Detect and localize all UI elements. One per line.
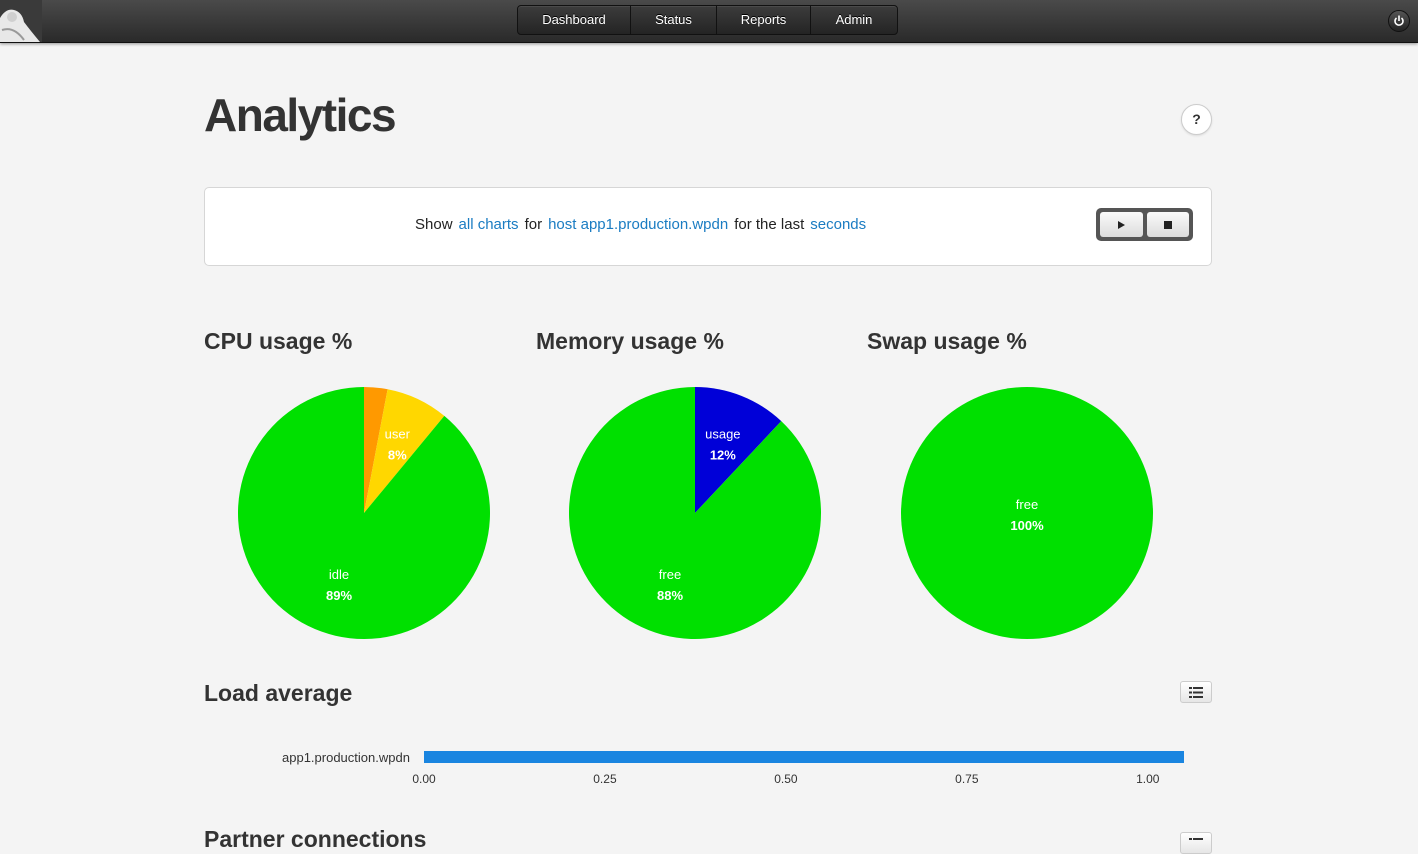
filter-show-text: Show <box>415 216 453 233</box>
partner-connections-table-button[interactable] <box>1180 832 1212 854</box>
nav-admin[interactable]: Admin <box>811 6 897 34</box>
swap-pie-chart: free 100% <box>901 387 1153 639</box>
pie-label-free: free <box>1016 497 1038 512</box>
pie-value-free: 100% <box>1010 518 1044 533</box>
load-average-table-button[interactable] <box>1180 681 1212 703</box>
pie-value-free: 88% <box>657 588 683 603</box>
stop-button[interactable] <box>1146 212 1189 237</box>
play-button[interactable] <box>1100 212 1143 237</box>
pie-label-idle: idle <box>329 567 349 582</box>
charts-selector-link[interactable]: all charts <box>459 216 519 233</box>
memory-pie-chart: usage 12% free 88% <box>569 387 821 639</box>
logo[interactable] <box>0 0 42 42</box>
pie-slice-idle <box>238 387 490 639</box>
bar-category-label: app1.production.wpdn <box>282 750 410 765</box>
pie-label-free: free <box>659 567 681 582</box>
axis-tick-label: 0.25 <box>593 772 617 786</box>
pie-label-usage: usage <box>705 427 740 442</box>
filter-for-text: for <box>524 216 543 233</box>
partner-connections-title: Partner connections <box>204 826 427 852</box>
period-selector-link[interactable]: seconds <box>810 216 866 233</box>
axis-tick-label: 0.00 <box>412 772 436 786</box>
power-icon[interactable] <box>1388 10 1410 32</box>
stop-icon <box>1163 220 1172 229</box>
nav-reports[interactable]: Reports <box>717 6 811 34</box>
playback-controls <box>1096 208 1193 241</box>
page-title: Analytics <box>204 89 397 141</box>
main-nav: Dashboard Status Reports Admin <box>517 5 898 35</box>
load-average-bar <box>424 751 1184 763</box>
pie-value-idle: 89% <box>326 588 352 603</box>
axis-tick-label: 1.00 <box>1136 772 1160 786</box>
memory-chart-title: Memory usage % <box>536 328 724 354</box>
help-icon[interactable]: ? <box>1181 104 1212 135</box>
pie-slice-free <box>569 387 821 639</box>
filter-last-text: for the last <box>734 216 805 233</box>
list-icon <box>1189 686 1203 698</box>
pie-slice-free <box>901 387 1153 639</box>
pie-label-user: user <box>385 426 411 441</box>
nav-status[interactable]: Status <box>631 6 717 34</box>
top-navbar: Dashboard Status Reports Admin <box>0 0 1418 43</box>
list-icon <box>1189 837 1203 840</box>
cpu-chart-title: CPU usage % <box>204 328 353 354</box>
filter-sentence: Show all charts for host app1.production… <box>415 216 866 233</box>
swap-chart-title: Swap usage % <box>867 328 1027 354</box>
pie-value-usage: 12% <box>710 448 736 463</box>
host-selector-link[interactable]: host app1.production.wpdn <box>548 216 728 233</box>
cpu-pie-chart: user 8% idle 89% <box>238 387 490 639</box>
play-icon <box>1118 220 1126 229</box>
axis-tick-label: 0.50 <box>774 772 798 786</box>
nav-dashboard[interactable]: Dashboard <box>518 6 631 34</box>
load-average-title: Load average <box>204 680 353 706</box>
pie-value-user: 8% <box>388 447 407 462</box>
axis-tick-label: 0.75 <box>955 772 979 786</box>
filter-panel: Show all charts for host app1.production… <box>204 187 1212 266</box>
